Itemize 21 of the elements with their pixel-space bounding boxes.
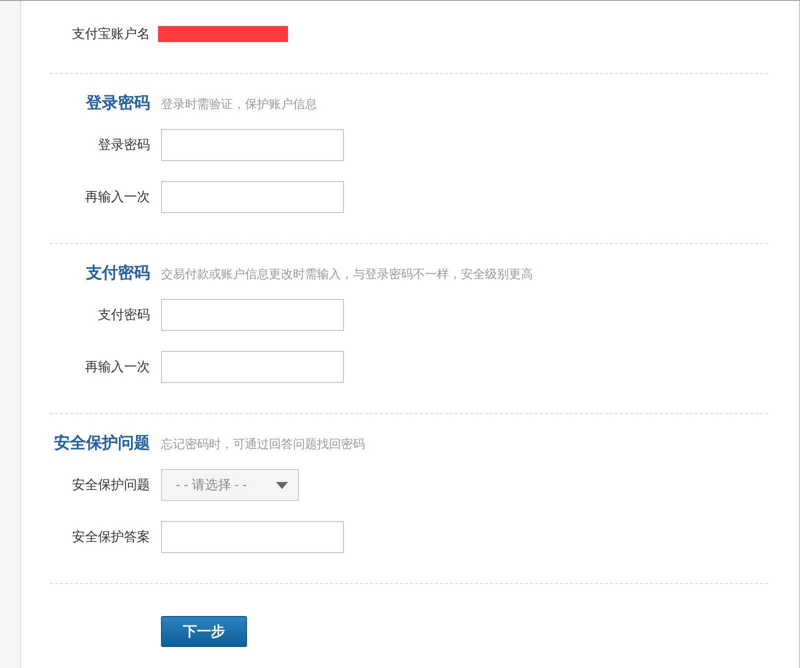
- input-field[interactable]: [161, 181, 344, 213]
- caret-icon: [276, 482, 288, 488]
- field-label: 安全保护问题: [71, 476, 150, 494]
- section-title: 登录密码: [84, 93, 150, 114]
- input-field[interactable]: [161, 351, 344, 383]
- input-field[interactable]: [161, 521, 344, 553]
- input-field[interactable]: [161, 299, 344, 331]
- section-title: 支付密码: [85, 263, 150, 284]
- next-button[interactable]: 下一步: [161, 616, 247, 647]
- question-dropdown[interactable]: - - 请选择 - -: [161, 469, 299, 501]
- field-label: 再输入一次: [84, 188, 150, 206]
- field-label: 登录密码: [97, 136, 150, 154]
- field-label: 再输入一次: [84, 358, 150, 376]
- field-label: 支付密码: [97, 306, 150, 324]
- section-title: 安全保护问题: [53, 433, 150, 454]
- field-label: 安全保护答案: [71, 528, 150, 546]
- section-hint: 忘记密码时，可通过回答问题找回密码: [161, 436, 365, 453]
- section-hint: 登录时需验证，保护账户信息: [161, 96, 317, 113]
- input-field[interactable]: [161, 129, 344, 161]
- account-label: 支付宝账户名: [71, 25, 150, 44]
- section-hint: 交易付款或账户信息更改时需输入，与登录密码不一样，安全级别更高: [161, 266, 533, 283]
